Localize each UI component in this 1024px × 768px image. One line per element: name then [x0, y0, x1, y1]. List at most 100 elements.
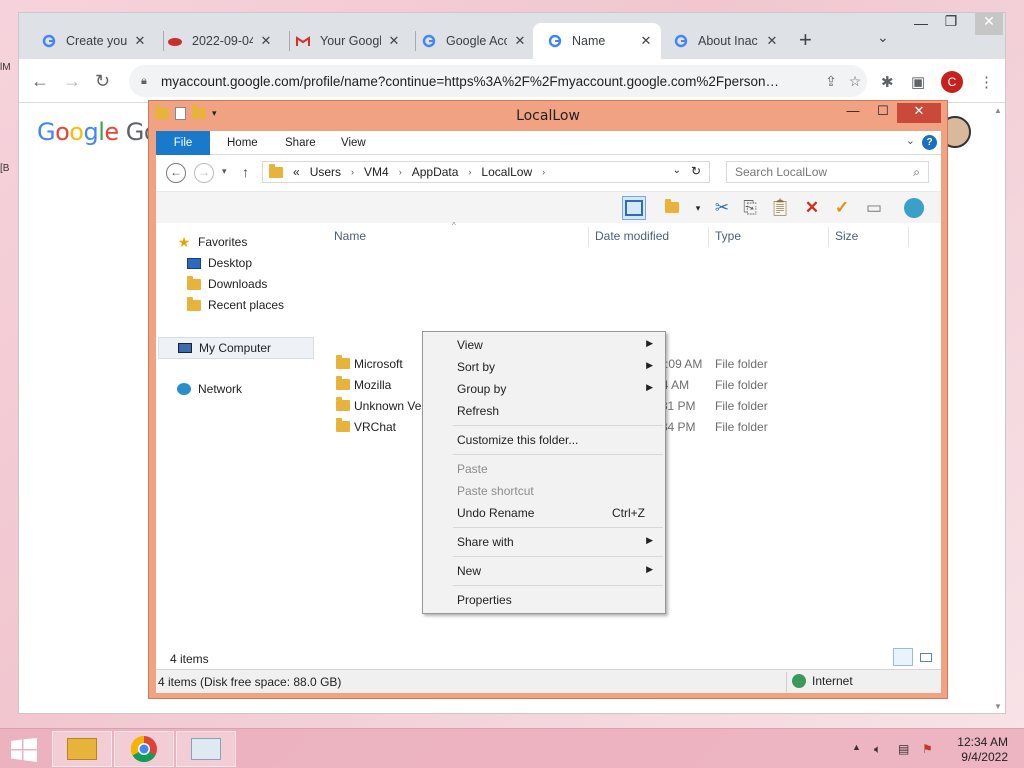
- tray-overflow-icon[interactable]: ▲: [852, 742, 861, 752]
- menu-item-group-by[interactable]: Group by ▶: [425, 378, 663, 400]
- profile-avatar[interactable]: C: [941, 71, 963, 93]
- tab-name[interactable]: Name ✕: [533, 23, 661, 59]
- search-input[interactable]: Search LocalLow ⌕: [726, 161, 929, 183]
- chevron-right-icon[interactable]: ›: [468, 167, 471, 177]
- tab-google-account[interactable]: Google Acc ✕: [407, 23, 535, 59]
- menu-item-view[interactable]: View ▶: [425, 334, 663, 356]
- menu-item-share-with[interactable]: Share with ▶: [425, 531, 663, 553]
- file-explorer-taskbar-icon[interactable]: [52, 731, 112, 767]
- network-tray-icon[interactable]: ▤: [898, 742, 909, 756]
- menu-item-sort-by[interactable]: Sort by ▶: [425, 356, 663, 378]
- nav-downloads[interactable]: Downloads: [186, 275, 267, 291]
- column-date-modified[interactable]: Date modified: [595, 229, 669, 243]
- chrome-close-icon[interactable]: ✕: [975, 13, 1003, 35]
- back-icon[interactable]: ←: [31, 71, 49, 92]
- tab-close-icon[interactable]: ✕: [133, 33, 147, 49]
- breadcrumb-locallow[interactable]: LocalLow: [481, 165, 532, 179]
- chevron-right-icon[interactable]: ›: [351, 167, 354, 177]
- breadcrumb[interactable]: « Users › VM4 › AppData › LocalLow › ⌄ ↻: [262, 161, 710, 183]
- tab-close-icon[interactable]: ✕: [765, 33, 779, 49]
- forward-icon[interactable]: →: [63, 71, 81, 92]
- forward-icon[interactable]: →: [194, 163, 214, 183]
- tab-home[interactable]: Home: [216, 131, 269, 155]
- up-level-icon[interactable]: ↑: [242, 164, 249, 180]
- delete-icon[interactable]: ✕: [800, 196, 824, 220]
- tab-search-chevron-icon[interactable]: ⌄: [877, 29, 889, 46]
- explorer-minimize-icon[interactable]: —: [839, 103, 867, 123]
- tab-file[interactable]: File: [156, 131, 210, 155]
- chevron-right-icon[interactable]: ›: [542, 167, 545, 177]
- volume-muted-icon[interactable]: 🔈︎: [874, 742, 881, 757]
- tab-close-icon[interactable]: ✕: [639, 33, 653, 49]
- large-icons-view-icon[interactable]: [916, 648, 936, 666]
- performance-monitor-taskbar-icon[interactable]: [176, 731, 236, 767]
- column-name[interactable]: Name: [334, 229, 366, 243]
- bookmark-star-icon[interactable]: ☆: [843, 73, 867, 90]
- options-dropdown-icon[interactable]: ▾: [686, 196, 710, 220]
- back-icon[interactable]: ←: [166, 163, 186, 183]
- globe-icon[interactable]: [902, 196, 926, 220]
- tab-close-icon[interactable]: ✕: [259, 33, 273, 49]
- folder-options-icon[interactable]: [660, 196, 684, 220]
- tab-create-account[interactable]: Create your ✕: [27, 23, 155, 59]
- breadcrumb-vm4[interactable]: VM4: [364, 165, 389, 179]
- properties-icon[interactable]: ▭: [862, 196, 886, 220]
- recent-locations-icon[interactable]: ▾: [222, 166, 227, 177]
- nav-desktop[interactable]: Desktop: [186, 256, 252, 270]
- ribbon-expand-icon[interactable]: ⌄: [906, 134, 915, 147]
- column-size[interactable]: Size: [835, 229, 858, 243]
- scroll-up-icon[interactable]: ▲: [994, 106, 1002, 115]
- tab-title: Name: [572, 34, 606, 48]
- action-center-icon[interactable]: ⚑: [922, 742, 933, 756]
- cut-icon[interactable]: ✂: [710, 196, 734, 220]
- nav-network[interactable]: Network: [176, 382, 242, 396]
- rename-check-icon[interactable]: ✓: [830, 196, 854, 220]
- menu-item-undo-rename[interactable]: Undo Rename Ctrl+Z: [425, 502, 663, 524]
- address-bar[interactable]: 🔒︎ myaccount.google.com/profile/name?con…: [129, 65, 867, 97]
- menu-item-new[interactable]: New ▶: [425, 560, 663, 582]
- page-scrollbar[interactable]: ▲ ▼: [991, 104, 1005, 713]
- tab-onedrive[interactable]: 2022-09-04 ✕: [153, 23, 281, 59]
- menu-item-refresh[interactable]: Refresh: [425, 400, 663, 422]
- chrome-maximize-icon[interactable]: ❐: [937, 13, 965, 35]
- tab-about-inactive[interactable]: About Inac ✕: [659, 23, 787, 59]
- clock[interactable]: 12:34 AM 9/4/2022: [948, 735, 1008, 765]
- windows-start-icon[interactable]: [10, 738, 38, 762]
- address-dropdown-icon[interactable]: ⌄: [673, 165, 681, 176]
- chrome-taskbar-icon[interactable]: [114, 731, 174, 767]
- paste-icon[interactable]: 📋︎: [768, 196, 792, 220]
- chrome-minimize-icon[interactable]: —: [907, 15, 935, 37]
- explorer-maximize-icon[interactable]: ☐: [869, 103, 897, 123]
- kebab-menu-icon[interactable]: ⋮: [979, 73, 994, 91]
- help-icon[interactable]: ?: [922, 135, 937, 150]
- explorer-close-icon[interactable]: ✕: [897, 103, 941, 123]
- share-icon[interactable]: ⇪: [819, 73, 843, 90]
- breadcrumb-users[interactable]: Users: [310, 165, 341, 179]
- menu-item-customize-folder[interactable]: Customize this folder...: [425, 429, 663, 451]
- chevron-right-icon[interactable]: ›: [399, 167, 402, 177]
- details-view-icon[interactable]: [893, 648, 913, 666]
- side-panel-icon[interactable]: ▣: [911, 73, 925, 91]
- tab-view[interactable]: View: [330, 131, 377, 155]
- breadcrumb-overflow[interactable]: «: [293, 165, 300, 179]
- tab-close-icon[interactable]: ✕: [513, 33, 527, 49]
- nav-my-computer[interactable]: My Computer: [158, 337, 314, 359]
- nav-favorites[interactable]: ★ Favorites: [176, 234, 248, 250]
- column-type[interactable]: Type: [715, 229, 741, 243]
- reload-icon[interactable]: ↻: [95, 71, 110, 92]
- menu-item-properties[interactable]: Properties: [425, 589, 663, 611]
- nav-recent-places[interactable]: Recent places: [186, 296, 284, 312]
- refresh-icon[interactable]: ↻: [691, 164, 701, 178]
- scroll-down-icon[interactable]: ▼: [994, 702, 1002, 711]
- extensions-icon[interactable]: ✱: [881, 73, 894, 91]
- menu-item-paste[interactable]: Paste: [425, 458, 663, 480]
- preview-pane-icon[interactable]: [622, 196, 646, 220]
- tab-share[interactable]: Share: [274, 131, 327, 155]
- breadcrumb-appdata[interactable]: AppData: [412, 165, 459, 179]
- new-tab-icon[interactable]: +: [799, 27, 812, 53]
- tab-close-icon[interactable]: ✕: [387, 33, 401, 49]
- tab-gmail[interactable]: Your Googl ✕: [281, 23, 409, 59]
- menu-item-paste-shortcut[interactable]: Paste shortcut: [425, 480, 663, 502]
- copy-icon[interactable]: ⎘: [738, 196, 762, 220]
- explorer-title-bar[interactable]: ▾ LocalLow — ☐ ✕: [149, 101, 947, 131]
